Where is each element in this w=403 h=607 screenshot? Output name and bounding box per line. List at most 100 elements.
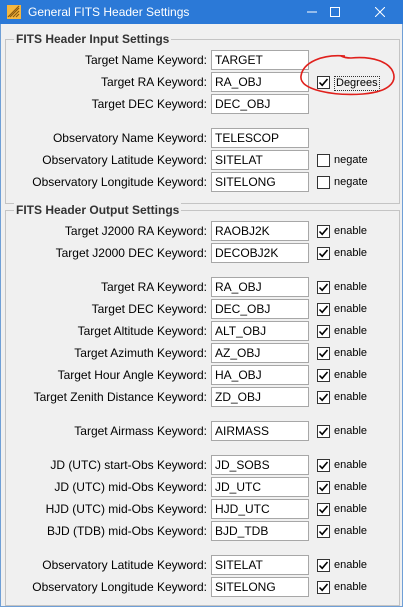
target-hour-angle-label: Target Hour Angle Keyword: bbox=[57, 368, 207, 382]
target-airmass-label: Target Airmass Keyword: bbox=[74, 424, 207, 438]
close-button[interactable] bbox=[360, 0, 400, 24]
fits-app-icon bbox=[7, 5, 21, 19]
airmass-enable-checkbox[interactable] bbox=[317, 425, 330, 438]
maximize-button[interactable] bbox=[315, 0, 355, 24]
target-altitude-field[interactable] bbox=[211, 321, 309, 341]
observatory-longitude-label: Observatory Longitude Keyword: bbox=[32, 175, 207, 189]
observatory-longitude-field[interactable] bbox=[211, 172, 309, 192]
out-target-ra-field[interactable] bbox=[211, 277, 309, 297]
latitude-negate-label: negate bbox=[334, 154, 368, 166]
zenith-distance-enable-checkbox[interactable] bbox=[317, 391, 330, 404]
checkmark-icon bbox=[318, 393, 329, 402]
dec-enable-label: enable bbox=[334, 303, 368, 315]
hjd-mid-enable-label: enable bbox=[334, 503, 368, 515]
title-bar[interactable]: General FITS Header Settings bbox=[0, 0, 403, 24]
jd-mid-enable-label: enable bbox=[334, 481, 368, 493]
jd-start-enable-label: enable bbox=[334, 459, 368, 471]
target-name-field[interactable] bbox=[211, 50, 309, 70]
bjd-mid-obs-label: BJD (TDB) mid-Obs Keyword: bbox=[46, 524, 207, 538]
latitude-enable-label: enable bbox=[334, 559, 368, 571]
out-observatory-longitude-field[interactable] bbox=[211, 577, 309, 597]
jd-mid-enable-checkbox[interactable] bbox=[317, 481, 330, 494]
checkmark-icon bbox=[318, 505, 329, 514]
checkmark-icon bbox=[318, 283, 329, 292]
target-j2000-ra-label: Target J2000 RA Keyword: bbox=[64, 224, 207, 238]
target-azimuth-label: Target Azimuth Keyword: bbox=[74, 346, 207, 360]
checkmark-icon bbox=[318, 78, 329, 87]
checkmark-icon bbox=[318, 561, 329, 570]
jd-start-obs-label: JD (UTC) start-Obs Keyword: bbox=[50, 458, 207, 472]
checkmark-icon bbox=[318, 583, 329, 592]
observatory-latitude-field[interactable] bbox=[211, 150, 309, 170]
bjd-mid-enable-checkbox[interactable] bbox=[317, 525, 330, 538]
ra-enable-checkbox[interactable] bbox=[317, 281, 330, 294]
hour-angle-enable-checkbox[interactable] bbox=[317, 369, 330, 382]
maximize-icon bbox=[330, 7, 340, 17]
target-j2000-dec-label: Target J2000 DEC Keyword: bbox=[55, 246, 207, 260]
target-dec-label: Target DEC Keyword: bbox=[91, 97, 207, 111]
target-ra-field[interactable] bbox=[211, 72, 309, 92]
longitude-negate-label: negate bbox=[334, 176, 368, 188]
target-dec-field[interactable] bbox=[211, 94, 309, 114]
altitude-enable-checkbox[interactable] bbox=[317, 325, 330, 338]
dialog-body: FITS Header Input Settings FITS Header O… bbox=[0, 24, 403, 607]
target-j2000-ra-field[interactable] bbox=[211, 221, 309, 241]
target-name-label: Target Name Keyword: bbox=[84, 53, 207, 67]
j2000-dec-enable-checkbox[interactable] bbox=[317, 247, 330, 260]
jd-mid-obs-label: JD (UTC) mid-Obs Keyword: bbox=[54, 480, 207, 494]
bjd-mid-obs-field[interactable] bbox=[211, 521, 309, 541]
ra-enable-label: enable bbox=[334, 281, 368, 293]
jd-start-enable-checkbox[interactable] bbox=[317, 459, 330, 472]
out-observatory-latitude-label: Observatory Latitude Keyword: bbox=[42, 558, 207, 572]
observatory-name-field[interactable] bbox=[211, 128, 309, 148]
hjd-mid-enable-checkbox[interactable] bbox=[317, 503, 330, 516]
target-altitude-label: Target Altitude Keyword: bbox=[77, 324, 207, 338]
target-azimuth-field[interactable] bbox=[211, 343, 309, 363]
target-airmass-field[interactable] bbox=[211, 421, 309, 441]
jd-start-obs-field[interactable] bbox=[211, 455, 309, 475]
checkmark-icon bbox=[318, 305, 329, 314]
hour-angle-enable-label: enable bbox=[334, 369, 368, 381]
observatory-name-label: Observatory Name Keyword: bbox=[52, 131, 207, 145]
longitude-negate-checkbox[interactable] bbox=[317, 176, 330, 189]
out-target-dec-field[interactable] bbox=[211, 299, 309, 319]
output-settings-group: FITS Header Output Settings bbox=[5, 203, 400, 606]
out-observatory-latitude-field[interactable] bbox=[211, 555, 309, 575]
checkmark-icon bbox=[318, 427, 329, 436]
target-zenith-distance-label: Target Zenith Distance Keyword: bbox=[33, 390, 207, 404]
close-icon bbox=[375, 7, 385, 17]
target-zenith-distance-field[interactable] bbox=[211, 387, 309, 407]
checkmark-icon bbox=[318, 349, 329, 358]
degrees-checkbox[interactable] bbox=[317, 76, 330, 89]
out-target-dec-label: Target DEC Keyword: bbox=[91, 302, 207, 316]
dec-enable-checkbox[interactable] bbox=[317, 303, 330, 316]
checkmark-icon bbox=[318, 461, 329, 470]
zenith-distance-enable-label: enable bbox=[334, 391, 368, 403]
latitude-negate-checkbox[interactable] bbox=[317, 154, 330, 167]
azimuth-enable-checkbox[interactable] bbox=[317, 347, 330, 360]
j2000-ra-enable-label: enable bbox=[334, 225, 368, 237]
target-ra-label: Target RA Keyword: bbox=[100, 75, 207, 89]
input-group-title: FITS Header Input Settings bbox=[14, 32, 172, 46]
j2000-dec-enable-label: enable bbox=[334, 247, 368, 259]
out-observatory-longitude-label: Observatory Longitude Keyword: bbox=[32, 580, 207, 594]
checkmark-icon bbox=[318, 327, 329, 336]
longitude-enable-label: enable bbox=[334, 581, 368, 593]
hjd-mid-obs-label: HJD (UTC) mid-Obs Keyword: bbox=[45, 502, 207, 516]
target-hour-angle-field[interactable] bbox=[211, 365, 309, 385]
checkmark-icon bbox=[318, 483, 329, 492]
output-group-title: FITS Header Output Settings bbox=[14, 203, 182, 217]
out-target-ra-label: Target RA Keyword: bbox=[100, 280, 207, 294]
hjd-mid-obs-field[interactable] bbox=[211, 499, 309, 519]
longitude-enable-checkbox[interactable] bbox=[317, 581, 330, 594]
altitude-enable-label: enable bbox=[334, 325, 368, 337]
target-j2000-dec-field[interactable] bbox=[211, 243, 309, 263]
jd-mid-obs-field[interactable] bbox=[211, 477, 309, 497]
degrees-checkbox-label[interactable]: Degrees bbox=[334, 76, 380, 91]
bjd-mid-enable-label: enable bbox=[334, 525, 368, 537]
airmass-enable-label: enable bbox=[334, 425, 368, 437]
j2000-ra-enable-checkbox[interactable] bbox=[317, 225, 330, 238]
checkmark-icon bbox=[318, 249, 329, 258]
latitude-enable-checkbox[interactable] bbox=[317, 559, 330, 572]
checkmark-icon bbox=[318, 527, 329, 536]
